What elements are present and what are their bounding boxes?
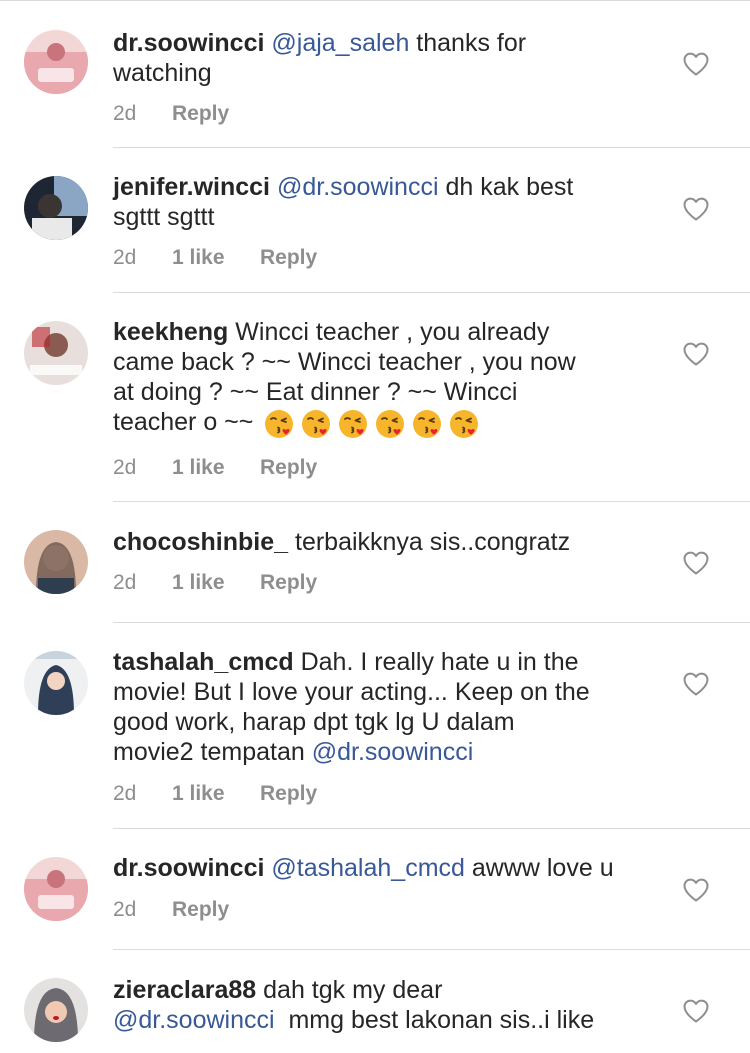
- heart-outline-icon[interactable]: [683, 551, 709, 575]
- comment-text: mmg best lakonan sis..i like: [274, 1006, 595, 1034]
- comment-meta: 2d Reply: [113, 898, 229, 922]
- avatar[interactable]: [24, 30, 88, 94]
- emoji-group: [264, 408, 486, 439]
- avatar[interactable]: [24, 857, 88, 921]
- heart-outline-icon[interactable]: [683, 672, 709, 696]
- comment-time: 2d: [113, 782, 137, 805]
- comment-time: 2d: [113, 898, 137, 921]
- comment-text: dh kak best: [438, 173, 574, 201]
- comment-username[interactable]: tashalah_cmcd: [113, 648, 294, 676]
- kissing-face-emoji: [412, 409, 442, 439]
- reply-button[interactable]: Reply: [260, 246, 317, 270]
- comment-mention[interactable]: @dr.soowincci: [277, 173, 439, 201]
- likes-count[interactable]: 1 like: [172, 571, 260, 595]
- comment-text: movie! But I love your acting... Keep on…: [113, 678, 590, 706]
- comment-body: dr.soowincci @tashalah_cmcd awww love u: [113, 853, 653, 883]
- comment-username[interactable]: jenifer.wincci: [113, 173, 270, 201]
- comment-body: keekheng Wincci teacher , you already ca…: [113, 317, 653, 439]
- comment-mention[interactable]: @jaja_saleh: [271, 29, 409, 57]
- comment-time: 2d: [113, 246, 137, 269]
- comments-list: dr.soowincci @jaja_saleh thanks for watc…: [0, 0, 750, 1053]
- avatar[interactable]: [24, 978, 88, 1042]
- comment-text: dah tgk my dear: [256, 976, 443, 1004]
- comment-time: 2d: [113, 456, 137, 479]
- comment-row: keekheng Wincci teacher , you already ca…: [0, 293, 750, 502]
- comment-body: jenifer.wincci @dr.soowincci dh kak best…: [113, 172, 653, 232]
- reply-button[interactable]: Reply: [260, 782, 317, 806]
- comment-body: dr.soowincci @jaja_saleh thanks for watc…: [113, 28, 653, 88]
- comment-text: sgttt sgttt: [113, 203, 215, 231]
- comment-body: chocoshinbie_ terbaikknya sis..congratz: [113, 527, 653, 557]
- comment-row: jenifer.wincci @dr.soowincci dh kak best…: [0, 148, 750, 293]
- comment-username[interactable]: dr.soowincci: [113, 29, 264, 57]
- likes-count[interactable]: 1 like: [172, 456, 260, 480]
- comment-username[interactable]: keekheng: [113, 318, 228, 346]
- comment-meta: 2d 1 like Reply: [113, 246, 317, 270]
- reply-button[interactable]: Reply: [172, 102, 229, 126]
- comment-body: zieraclara88 dah tgk my dear @dr.soowinc…: [113, 975, 653, 1035]
- comment-text: thanks for: [409, 29, 527, 57]
- heart-outline-icon[interactable]: [683, 52, 709, 76]
- heart-outline-icon[interactable]: [683, 342, 709, 366]
- comment-text: Wincci teacher , you already: [228, 318, 550, 346]
- comment-mention[interactable]: @dr.soowincci: [113, 1006, 275, 1034]
- comment-text: watching: [113, 59, 212, 87]
- comment-row: zieraclara88 dah tgk my dear @dr.soowinc…: [0, 950, 750, 1053]
- heart-outline-icon[interactable]: [683, 878, 709, 902]
- kissing-face-emoji: [449, 409, 479, 439]
- comment-username[interactable]: dr.soowincci: [113, 854, 264, 882]
- comment-text: came back ? ~~ Wincci teacher , you now: [113, 348, 576, 376]
- comment-row: tashalah_cmcd Dah. I really hate u in th…: [0, 623, 750, 829]
- reply-button[interactable]: Reply: [172, 898, 229, 922]
- comment-row: dr.soowincci @tashalah_cmcd awww love u …: [0, 829, 750, 950]
- comment-username[interactable]: zieraclara88: [113, 976, 256, 1004]
- comment-text: movie2 tempatan: [113, 738, 312, 766]
- comment-text: at doing ? ~~ Eat dinner ? ~~ Wincci: [113, 378, 518, 406]
- comment-text: teacher o ~~: [113, 408, 254, 436]
- kissing-face-emoji: [264, 409, 294, 439]
- kissing-face-emoji: [375, 409, 405, 439]
- avatar[interactable]: [24, 176, 88, 240]
- avatar[interactable]: [24, 321, 88, 385]
- comment-text: awww love u: [464, 854, 614, 882]
- comment-meta: 2d 1 like Reply: [113, 782, 317, 806]
- heart-outline-icon[interactable]: [683, 999, 709, 1023]
- comment-meta: 2d Reply: [113, 102, 229, 126]
- comment-meta: 2d 1 like Reply: [113, 456, 317, 480]
- comment-row: chocoshinbie_ terbaikknya sis..congratz …: [0, 502, 750, 623]
- comment-body: tashalah_cmcd Dah. I really hate u in th…: [113, 647, 653, 767]
- avatar[interactable]: [24, 530, 88, 594]
- comment-username[interactable]: chocoshinbie_: [113, 528, 288, 556]
- comment-mention[interactable]: @dr.soowincci: [312, 738, 474, 766]
- likes-count[interactable]: 1 like: [172, 782, 260, 806]
- comment-mention[interactable]: @tashalah_cmcd: [271, 854, 465, 882]
- reply-button[interactable]: Reply: [260, 571, 317, 595]
- reply-button[interactable]: Reply: [260, 456, 317, 480]
- kissing-face-emoji: [338, 409, 368, 439]
- comment-time: 2d: [113, 102, 137, 125]
- comment-meta: 2d 1 like Reply: [113, 571, 317, 595]
- comment-row: dr.soowincci @jaja_saleh thanks for watc…: [0, 0, 750, 148]
- likes-count[interactable]: 1 like: [172, 246, 260, 270]
- kissing-face-emoji: [301, 409, 331, 439]
- comment-text: terbaikknya sis..congratz: [288, 528, 571, 556]
- comment-text: Dah. I really hate u in the: [293, 648, 579, 676]
- comment-text: good work, harap dpt tgk lg U dalam: [113, 708, 515, 736]
- comment-time: 2d: [113, 571, 137, 594]
- avatar[interactable]: [24, 651, 88, 715]
- heart-outline-icon[interactable]: [683, 197, 709, 221]
